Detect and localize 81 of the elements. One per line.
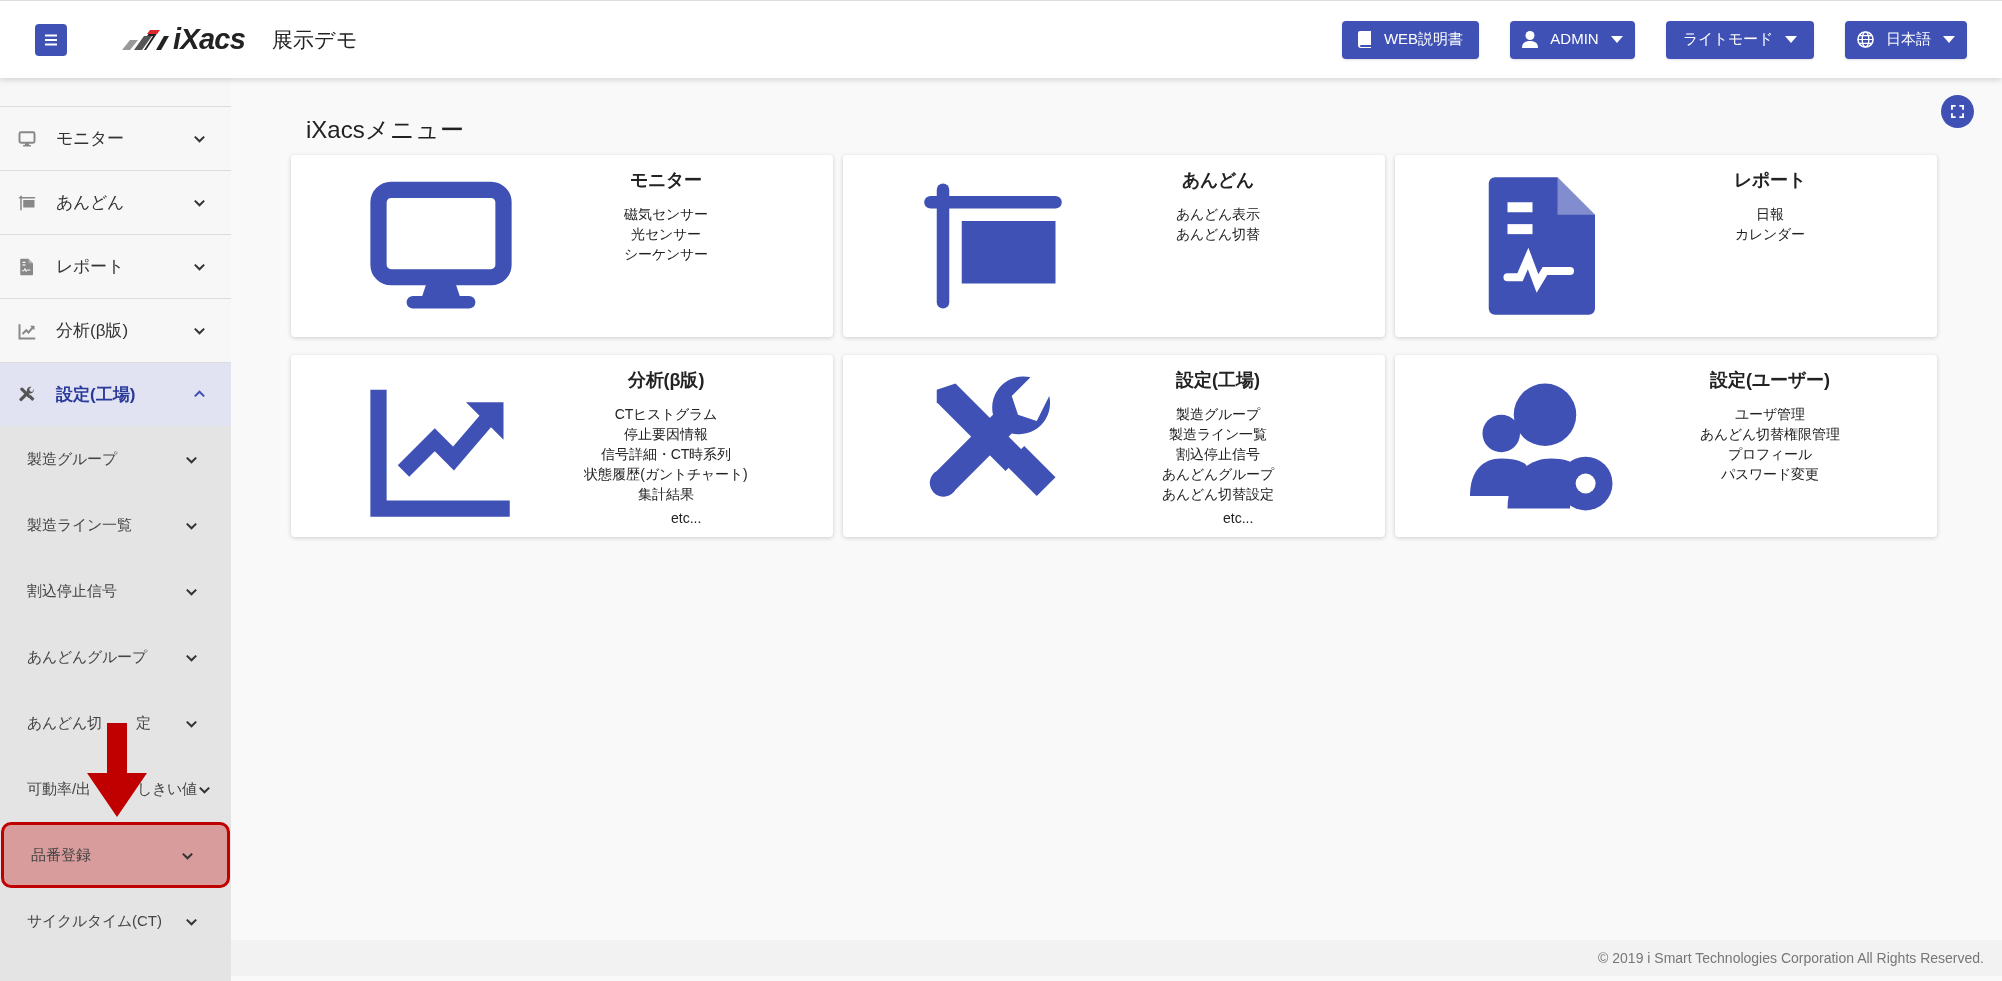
document-icon — [18, 257, 36, 276]
sidebar-item[interactable]: 設定(工場) — [0, 362, 231, 426]
menu-card[interactable]: 設定(ユーザー) ユーザ管理 あんどん切替権限管理 プロフィール パスワード変更 — [1395, 355, 1937, 537]
card-link[interactable]: カレンダー — [1735, 224, 1805, 244]
manual-button[interactable]: WEB説明書 — [1342, 20, 1479, 59]
card-title: あんどん — [1182, 169, 1254, 192]
sidebar-item[interactable]: モニター — [0, 106, 231, 170]
more-text: etc... — [1223, 509, 1254, 528]
card-title: モニター — [630, 169, 702, 192]
card-link[interactable]: 信号詳細・CT時系列 — [600, 444, 732, 464]
logo-stripes-icon — [120, 27, 170, 52]
submenu-label: あんどん切 — [27, 712, 102, 733]
fullscreen-icon — [1951, 105, 1964, 118]
theme-button[interactable]: ライトモード — [1666, 20, 1814, 59]
card-link[interactable]: 停止要因情報 — [624, 424, 708, 444]
user-icon — [1522, 31, 1539, 48]
monitor-icon — [18, 129, 36, 148]
submenu-label: しきい値 — [137, 778, 198, 799]
caret-icon — [1610, 35, 1623, 44]
submenu-item[interactable]: 可動率/出 しきい値 — [0, 756, 231, 822]
book-icon — [1357, 31, 1372, 48]
page-title: iXacsメニュー — [306, 115, 465, 145]
sidebar-item[interactable]: あんどん — [0, 170, 231, 234]
menu-card[interactable]: レポート 日報 カレンダー — [1395, 155, 1937, 337]
card-link[interactable]: あんどん切替設定 — [1162, 484, 1274, 504]
card-link[interactable]: プロフィール — [1728, 444, 1812, 464]
submenu-item[interactable]: 品番登録 — [1, 822, 230, 888]
card-link[interactable]: 磁気センサー — [624, 204, 708, 224]
card-link[interactable]: 状態履歴(ガントチャート) — [584, 464, 748, 484]
menu-card[interactable]: モニター 磁気センサー 光センサー シーケンサー — [291, 155, 833, 337]
card-title: 設定(工場) — [1176, 369, 1260, 392]
card-title: 設定(ユーザー) — [1710, 369, 1830, 392]
submenu-item[interactable]: あんどんグループ — [0, 624, 231, 690]
menu-card[interactable]: あんどん あんどん表示 あんどん切替 — [843, 155, 1385, 337]
card-link[interactable]: 光センサー — [631, 224, 701, 244]
submenu-label: 製造グループ — [27, 448, 117, 469]
copyright-text: © 2019 i Smart Technologies Corporation All Rights Reserved. — [1598, 948, 1984, 968]
fullscreen-button[interactable] — [1941, 95, 1974, 128]
language-button[interactable]: 日本語 — [1845, 20, 1967, 59]
submenu-item[interactable]: 製造グループ — [0, 426, 231, 492]
submenu-label: 可動率/出 — [27, 778, 92, 799]
menu-button[interactable] — [35, 23, 67, 56]
card-link[interactable]: 集計結果 — [638, 484, 694, 504]
flag-icon — [18, 193, 36, 212]
card-link[interactable]: あんどん切替 — [1176, 224, 1260, 244]
submenu-label: 定 — [136, 712, 151, 733]
card-link[interactable]: あんどん表示 — [1176, 204, 1260, 224]
tools-icon — [18, 385, 36, 404]
sidebar-item[interactable]: レポート — [0, 234, 231, 298]
card-link[interactable]: あんどんグループ — [1162, 464, 1274, 484]
submenu-label: サイクルタイム(CT) — [27, 910, 162, 931]
menu-icon — [44, 32, 58, 47]
card-link[interactable]: あんどん切替権限管理 — [1700, 424, 1840, 444]
card-link[interactable]: パスワード変更 — [1721, 464, 1819, 484]
card-title: 分析(β版) — [627, 369, 705, 392]
submenu-item[interactable]: サイクルタイム(CT) — [0, 888, 231, 954]
submenu-item[interactable]: 製造ライン一覧 — [0, 492, 231, 558]
caret-icon — [1785, 35, 1797, 44]
card-link[interactable]: CTヒストグラム — [614, 404, 718, 424]
card-link[interactable]: 製造グループ — [1176, 404, 1260, 424]
submenu-label: 割込停止信号 — [27, 580, 117, 601]
card-link[interactable]: 製造ライン一覧 — [1169, 424, 1267, 444]
submenu-label: 製造ライン一覧 — [27, 514, 132, 535]
user-menu-button[interactable]: ADMIN — [1510, 20, 1635, 59]
card-link[interactable]: 日報 — [1756, 204, 1784, 224]
card-link[interactable]: 割込停止信号 — [1176, 444, 1260, 464]
card-link[interactable]: シーケンサー — [624, 244, 708, 264]
submenu-label: あんどんグループ — [27, 646, 147, 667]
globe-icon — [1857, 31, 1874, 48]
more-text: etc... — [671, 509, 702, 528]
menu-card[interactable]: 分析(β版) CTヒストグラム 停止要因情報 信号詳細・CT時系列 状態履歴(ガントチャート) 集計結果 etc... — [291, 355, 833, 537]
caret-icon — [1943, 35, 1955, 44]
line-chart-icon — [18, 321, 36, 340]
logo-text: iXacs — [173, 25, 246, 54]
subtitle: 展示デモ — [272, 26, 359, 53]
card-title: レポート — [1734, 169, 1806, 192]
submenu-label: 品番登録 — [31, 844, 91, 865]
submenu-item[interactable]: 割込停止信号 — [0, 558, 231, 624]
submenu-item[interactable]: あんどん切 定 — [0, 690, 231, 756]
card-link[interactable]: ユーザ管理 — [1735, 404, 1805, 424]
menu-card[interactable]: 設定(工場) 製造グループ 製造ライン一覧 割込停止信号 あんどんグループ あんどん切替設定 etc... — [843, 355, 1385, 537]
